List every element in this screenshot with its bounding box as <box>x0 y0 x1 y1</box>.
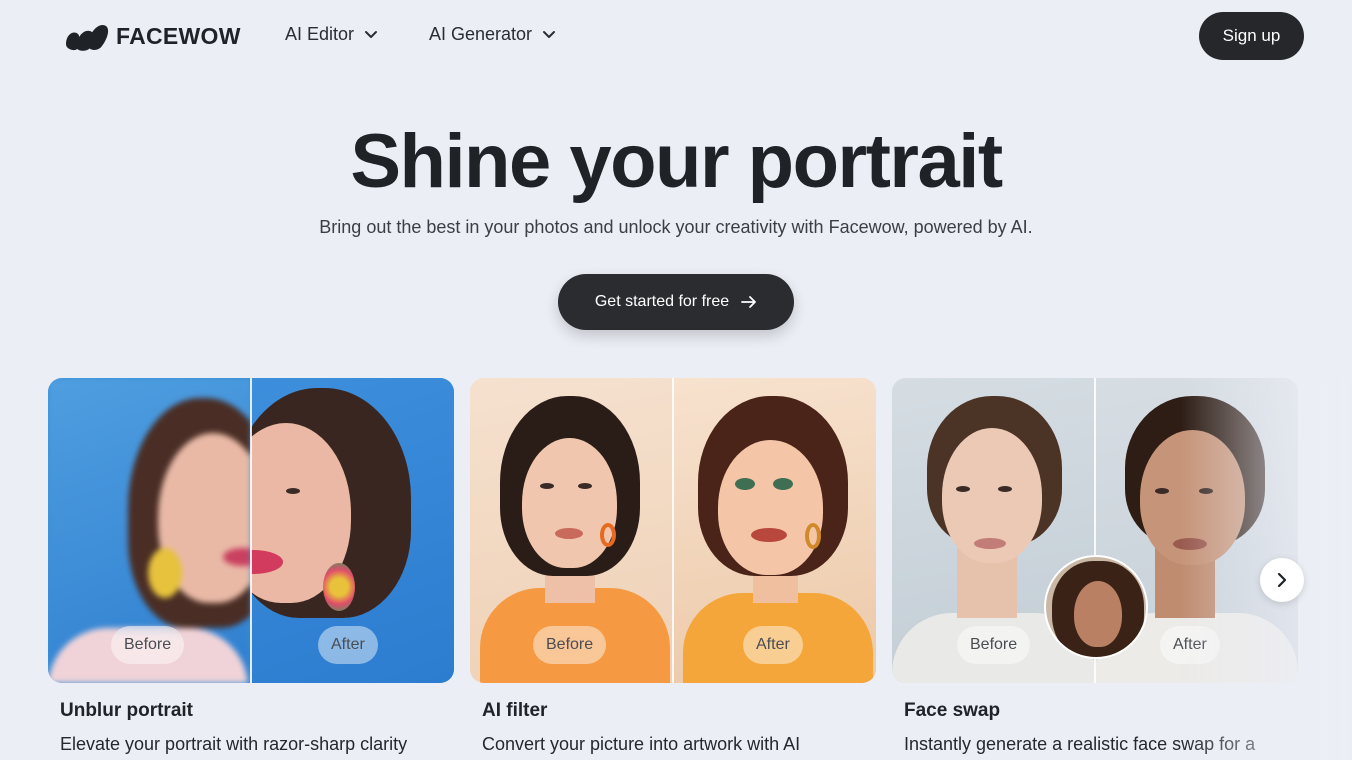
source-face-thumbnail <box>1044 555 1148 659</box>
split-divider[interactable] <box>672 378 674 683</box>
logo-text: FACEWOW <box>116 22 241 49</box>
card-title: Unblur portrait <box>60 700 193 721</box>
hero-subtitle: Bring out the best in your photos and un… <box>319 217 1033 237</box>
nav-menu-label: AI Generator <box>429 24 533 44</box>
feature-card-face-swap[interactable]: Before After Face swap Instantly generat… <box>892 378 1298 754</box>
hero-title: Shine your portrait <box>350 119 1003 204</box>
get-started-label: Get started for free <box>594 293 730 310</box>
carousel-next-button[interactable] <box>1260 558 1304 602</box>
feature-card-unblur[interactable]: Before After Unblur portrait Elevate you… <box>48 378 454 754</box>
chevron-down-icon <box>543 30 556 38</box>
card-description: Elevate your portrait with razor-sharp c… <box>60 734 408 754</box>
landing-page: FACEWOW AI Editor AI Generator Sign up S… <box>0 0 1352 760</box>
before-after-image[interactable]: Before After <box>892 378 1298 683</box>
card-title: AI filter <box>482 700 548 721</box>
nav-menu-ai-generator[interactable]: AI Generator <box>429 24 556 45</box>
facewow-logo-icon <box>66 24 109 51</box>
arrow-right-icon <box>741 296 757 308</box>
chevron-right-icon <box>1277 572 1287 588</box>
chevron-down-icon <box>365 30 378 38</box>
before-badge: Before <box>533 626 607 664</box>
card-description: Instantly generate a realistic face swap… <box>904 734 1256 754</box>
card-description: Convert your picture into artwork with A… <box>482 734 801 754</box>
before-after-image[interactable]: Before After <box>48 378 454 683</box>
before-badge: Before <box>957 626 1031 664</box>
feature-card-ai-filter[interactable]: Before After AI filter Convert your pict… <box>470 378 876 754</box>
before-after-image[interactable]: Before After <box>470 378 876 683</box>
nav-menu-label: AI Editor <box>285 24 355 44</box>
split-divider[interactable] <box>250 378 252 683</box>
after-badge: After <box>1160 626 1220 664</box>
signup-button[interactable]: Sign up <box>1199 12 1304 60</box>
before-badge: Before <box>111 626 185 664</box>
top-nav: FACEWOW AI Editor AI Generator Sign up <box>0 0 1352 72</box>
card-title: Face swap <box>904 700 1001 721</box>
get-started-button[interactable]: Get started for free <box>558 274 794 330</box>
nav-menu-ai-editor[interactable]: AI Editor <box>285 24 378 45</box>
after-badge: After <box>318 626 378 664</box>
logo[interactable]: FACEWOW <box>64 20 241 52</box>
after-badge: After <box>743 626 803 664</box>
